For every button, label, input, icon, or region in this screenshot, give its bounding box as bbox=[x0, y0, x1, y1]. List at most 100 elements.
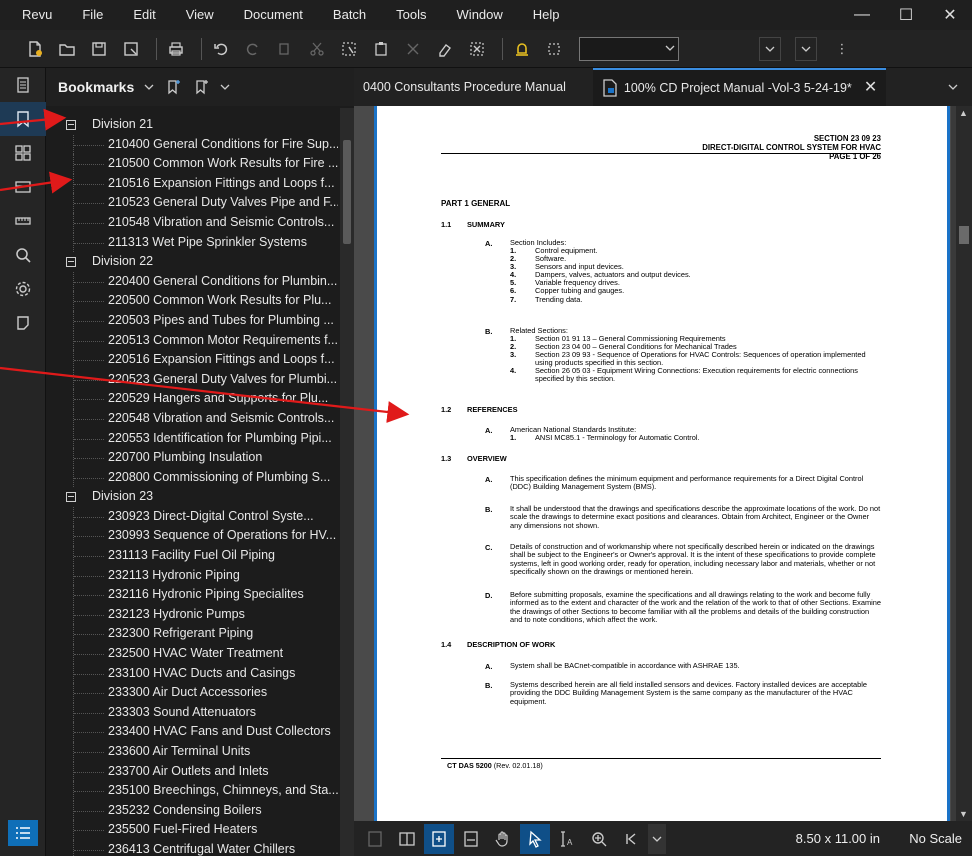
bookmark-item[interactable]: 220548 Vibration and Seismic Controls... bbox=[46, 408, 338, 429]
bookmark-item[interactable]: 233700 Air Outlets and Inlets bbox=[46, 761, 338, 782]
maximize-button[interactable]: ☐ bbox=[884, 0, 928, 30]
bookmark-item[interactable]: 233100 HVAC Ducts and Casings bbox=[46, 663, 338, 684]
bookmark-item[interactable]: 232123 Hydronic Pumps bbox=[46, 604, 338, 625]
add-bookmark-icon[interactable] bbox=[164, 78, 182, 96]
grid-icon[interactable] bbox=[0, 136, 46, 170]
layers-icon[interactable] bbox=[0, 170, 46, 204]
bookmark-item[interactable]: 235232 Condensing Boilers bbox=[46, 800, 338, 821]
crop-icon[interactable] bbox=[541, 36, 567, 62]
menu-revu[interactable]: Revu bbox=[0, 0, 67, 30]
new-document-icon[interactable] bbox=[22, 36, 48, 62]
chevron-down-icon[interactable] bbox=[220, 83, 230, 91]
dropdown-icon[interactable] bbox=[759, 36, 781, 61]
undo-icon[interactable] bbox=[208, 36, 234, 62]
bookmark-item[interactable]: 210516 Expansion Fittings and Loops f... bbox=[46, 173, 338, 194]
bookmark-item[interactable]: 211313 Wet Pipe Sprinkler Systems bbox=[46, 232, 338, 253]
settings-gear-icon[interactable] bbox=[0, 272, 46, 306]
open-folder-icon[interactable] bbox=[54, 36, 80, 62]
document-view[interactable]: SECTION 23 09 23 DIRECT-DIGITAL CONTROL … bbox=[354, 106, 972, 821]
bookmark-item[interactable]: 220523 General Duty Valves for Plumbi... bbox=[46, 369, 338, 390]
bookmark-division[interactable]: Division 23 bbox=[46, 487, 338, 507]
chevron-down-icon[interactable] bbox=[948, 80, 958, 94]
paste-icon[interactable] bbox=[368, 36, 394, 62]
redo-icon[interactable] bbox=[240, 36, 266, 62]
select-text-icon[interactable]: A bbox=[552, 824, 582, 854]
bookmark-item[interactable]: 220700 Plumbing Insulation bbox=[46, 448, 338, 468]
bookmark-item[interactable]: 232300 Refrigerant Piping bbox=[46, 624, 338, 644]
minimize-button[interactable]: — bbox=[840, 0, 884, 30]
chevron-down-icon[interactable] bbox=[648, 823, 666, 854]
bookmark-item[interactable]: 210500 Common Work Results for Fire ... bbox=[46, 154, 338, 174]
bookmark-item[interactable]: 236413 Centrifugal Water Chillers bbox=[46, 839, 338, 856]
bookmark-item[interactable]: 210400 General Conditions for Fire Sup..… bbox=[46, 134, 338, 155]
clear-selection-icon[interactable] bbox=[464, 36, 490, 62]
bookmark-item[interactable]: 232113 Hydronic Piping bbox=[46, 565, 338, 586]
bookmark-item[interactable]: 220529 Hangers and Supports for Plu... bbox=[46, 389, 338, 409]
bookmark-item[interactable]: 235100 Breechings, Chimneys, and Sta... bbox=[46, 781, 338, 801]
tab-consultants-procedure-manual[interactable]: 0400 Consultants Procedure Manual bbox=[354, 68, 575, 106]
scroll-down-icon[interactable]: ▼ bbox=[959, 809, 968, 819]
bookmark-item[interactable]: 232116 Hydronic Piping Specialites bbox=[46, 585, 338, 605]
zoom-icon[interactable] bbox=[584, 824, 614, 854]
document-scrollbar[interactable]: ▲ ▼ bbox=[956, 106, 972, 821]
alert-bell-icon[interactable] bbox=[509, 36, 535, 62]
bookmark-item[interactable]: 220553 Identification for Plumbing Pipi.… bbox=[46, 428, 338, 449]
bookmark-item[interactable]: 220800 Commissioning of Plumbing S... bbox=[46, 467, 338, 488]
save-as-icon[interactable] bbox=[118, 36, 144, 62]
pan-hand-icon[interactable] bbox=[488, 824, 518, 854]
bookmark-item[interactable]: 210548 Vibration and Seismic Controls... bbox=[46, 212, 338, 233]
menu-window[interactable]: Window bbox=[442, 0, 518, 30]
save-icon[interactable] bbox=[86, 36, 112, 62]
bookmark-item[interactable]: 230993 Sequence of Operations for HV... bbox=[46, 526, 338, 546]
split-view-icon[interactable] bbox=[392, 824, 422, 854]
scrollbar-thumb[interactable] bbox=[959, 226, 969, 244]
bookmark-item[interactable]: 235500 Fuel-Fired Heaters bbox=[46, 820, 338, 840]
scroll-up-icon[interactable]: ▲ bbox=[959, 108, 968, 118]
collapse-icon[interactable] bbox=[66, 257, 76, 268]
bookmark-item[interactable]: 230923 Direct-Digital Control Syste... bbox=[46, 506, 338, 527]
bookmarks-scrollbar[interactable] bbox=[340, 108, 354, 856]
bookmark-item[interactable]: 220500 Common Work Results for Plu... bbox=[46, 291, 338, 311]
cut-icon[interactable] bbox=[304, 36, 330, 62]
menu-view[interactable]: View bbox=[171, 0, 229, 30]
list-view-icon[interactable] bbox=[8, 820, 38, 846]
menu-document[interactable]: Document bbox=[229, 0, 318, 30]
bookmark-item[interactable]: 210523 General Duty Valves Pipe and F... bbox=[46, 193, 338, 213]
bookmark-item[interactable]: 232500 HVAC Water Treatment bbox=[46, 644, 338, 664]
bookmark-item[interactable]: 220503 Pipes and Tubes for Plumbing ... bbox=[46, 310, 338, 331]
bookmark-item[interactable]: 220400 General Conditions for Plumbin... bbox=[46, 271, 338, 292]
dropdown-icon[interactable] bbox=[795, 36, 817, 61]
collapse-icon[interactable] bbox=[66, 120, 76, 130]
select-pointer-icon[interactable] bbox=[520, 823, 550, 854]
copy-icon[interactable] bbox=[272, 36, 298, 62]
eraser-icon[interactable] bbox=[432, 36, 458, 62]
page-size-readout[interactable]: 8.50 x 11.00 in bbox=[796, 831, 880, 846]
bookmark-item[interactable]: 233600 Air Terminal Units bbox=[46, 742, 338, 762]
markups-icon[interactable] bbox=[0, 306, 46, 340]
bookmark-item[interactable]: 231113 Facility Fuel Oil Piping bbox=[46, 546, 338, 566]
more-icon[interactable]: ⋮ bbox=[831, 37, 853, 61]
menu-file[interactable]: File bbox=[67, 0, 118, 30]
select-region-icon[interactable] bbox=[336, 36, 362, 62]
menu-help[interactable]: Help bbox=[518, 0, 575, 30]
chevron-down-icon[interactable] bbox=[144, 83, 154, 91]
fit-page-icon[interactable] bbox=[424, 823, 454, 854]
search-icon[interactable] bbox=[0, 238, 46, 272]
bookmark-item[interactable]: 220513 Common Motor Requirements f... bbox=[46, 330, 338, 351]
bookmark-division[interactable]: Division 22 bbox=[46, 252, 338, 272]
bookmarks-icon[interactable] bbox=[0, 102, 46, 136]
single-page-icon[interactable] bbox=[360, 824, 390, 854]
menu-batch[interactable]: Batch bbox=[318, 0, 381, 30]
menu-tools[interactable]: Tools bbox=[381, 0, 441, 30]
bookmark-item[interactable]: 220516 Expansion Fittings and Loops f... bbox=[46, 350, 338, 370]
scale-readout[interactable]: No Scale bbox=[909, 831, 962, 846]
bookmark-options-icon[interactable] bbox=[192, 78, 210, 96]
first-page-icon[interactable] bbox=[616, 824, 646, 854]
bookmark-item[interactable]: 233400 HVAC Fans and Dust Collectors bbox=[46, 722, 338, 742]
bookmark-item[interactable]: 233303 Sound Attenuators bbox=[46, 702, 338, 723]
collapse-icon[interactable] bbox=[66, 492, 76, 503]
fit-width-icon[interactable] bbox=[456, 824, 486, 854]
scrollbar-thumb[interactable] bbox=[343, 140, 351, 244]
thumbnails-icon[interactable] bbox=[0, 68, 46, 102]
bookmark-item[interactable]: 233300 Air Duct Accessories bbox=[46, 683, 338, 703]
